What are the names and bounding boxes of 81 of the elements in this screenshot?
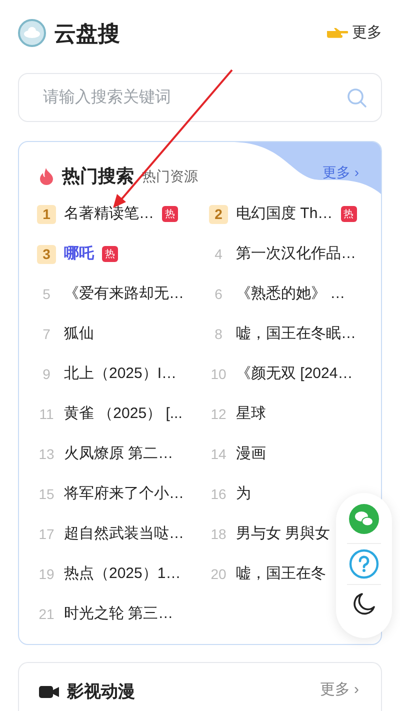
hot-search-item[interactable]: 19 热点（2025）1… [37,554,181,594]
hot-badge: 热 [102,246,118,262]
rank-number: 2 [209,204,228,224]
hot-search-item[interactable]: 20 嘘，国王在冬 [209,554,326,594]
more-link[interactable]: 更多 › [320,679,359,702]
help-icon[interactable] [349,549,379,579]
hot-search-item[interactable]: 9 北上（2025）I… [37,354,177,394]
section-title: 热门搜索 [62,164,134,188]
hot-search-item[interactable]: 17 超自然武装当哒… [37,514,184,554]
chat-bubbles-icon[interactable] [349,504,379,534]
hot-badge: 热 [340,206,357,222]
hot-search-item[interactable]: 1 名著精读笔… 热 [37,194,178,234]
rank-number: 21 [38,604,56,624]
item-title: 嘘，国王在冬 [236,564,326,584]
item-title: 星球 [236,404,266,424]
moon-icon[interactable] [353,593,375,615]
rank-number: 14 [210,444,228,464]
hot-search-item[interactable]: 5 《爱有来路却无… [37,274,184,314]
flame-icon [39,168,54,184]
rank-number: 18 [210,524,228,544]
logo-icon [18,19,46,47]
item-title: 电幻国度 Th… [236,204,333,224]
hot-search-item[interactable]: 13 火凤燎原 第二… [37,434,174,474]
hot-search-item[interactable]: 15 将军府来了个小… [37,474,184,514]
hot-search-item[interactable]: 21 时光之轮 第三… [37,594,174,634]
item-title: 将军府来了个小… [64,484,184,504]
item-title: 为 [236,484,251,504]
rank-number: 7 [42,324,52,344]
item-title: 北上（2025）I… [64,364,177,384]
rank-number: 15 [38,484,56,504]
item-title: 嘘，国王在冬眠… [236,324,356,344]
rank-number: 1 [37,204,56,224]
item-title: 《熟悉的她》 … [236,284,346,304]
hot-search-item[interactable]: 2 电幻国度 Th… 热 [209,194,357,234]
item-title: 黄雀 （2025） [... [64,404,182,424]
item-title: 狐仙 [64,324,94,344]
search-input[interactable]: 请输入搜索关键词 [41,84,347,110]
item-title: 热点（2025）1… [64,564,181,584]
item-title: 《爱有来路却无… [64,284,184,304]
hot-badge: 热 [162,206,178,222]
item-title: 时光之轮 第三… [64,604,174,624]
rank-number: 12 [210,404,228,424]
section-title: 影视动漫 [67,681,135,703]
item-title: 名著精读笔… [64,204,154,224]
hot-search-item[interactable]: 10 《颜无双 [2024… [209,354,353,394]
item-title: 火凤燎原 第二… [64,444,174,464]
hot-search-item[interactable]: 12 星球 [209,394,266,434]
hot-search-item[interactable]: 18 男与女 男與女 [209,514,330,554]
hot-search-item[interactable]: 4 第一次汉化作品… [209,234,356,274]
more-link[interactable]: 更多 [326,22,382,44]
rank-number: 5 [42,284,52,304]
search-icon[interactable] [347,88,367,108]
item-title: 男与女 男與女 [236,524,330,544]
site-title: 云盘搜 [54,20,120,48]
rank-number: 11 [38,404,55,424]
hot-search-item[interactable]: 8 嘘，国王在冬眠… [209,314,356,354]
hot-search-item[interactable]: 11 黄雀 （2025） [... [37,394,182,434]
rank-number: 4 [214,244,224,264]
video-camera-icon [39,684,59,699]
rank-number: 20 [210,564,228,584]
search-field[interactable]: 请输入搜索关键词 [18,73,382,122]
hot-search-item[interactable]: 6 《熟悉的她》 … [209,274,346,314]
item-title: 第一次汉化作品… [236,244,356,264]
rank-number: 9 [42,364,52,384]
rank-number: 19 [38,564,56,584]
item-title: 《颜无双 [2024… [236,364,353,384]
hot-search-item[interactable]: 7 狐仙 [37,314,94,354]
rank-number: 3 [37,244,56,264]
rank-number: 10 [210,364,228,384]
rank-number: 17 [38,524,56,544]
item-title: 超自然武装当哒… [64,524,184,544]
pointing-hand-icon [326,26,348,40]
item-title: 哪吒 [64,244,94,264]
rank-number: 8 [214,324,224,344]
rank-number: 6 [214,284,224,304]
item-title: 漫画 [236,444,266,464]
hot-search-item[interactable]: 3 哪吒 热 [37,234,118,274]
rank-number: 13 [38,444,56,464]
rank-number: 16 [210,484,228,504]
hot-search-item[interactable]: 14 漫画 [209,434,266,474]
hot-search-item[interactable]: 16 为 [209,474,251,514]
